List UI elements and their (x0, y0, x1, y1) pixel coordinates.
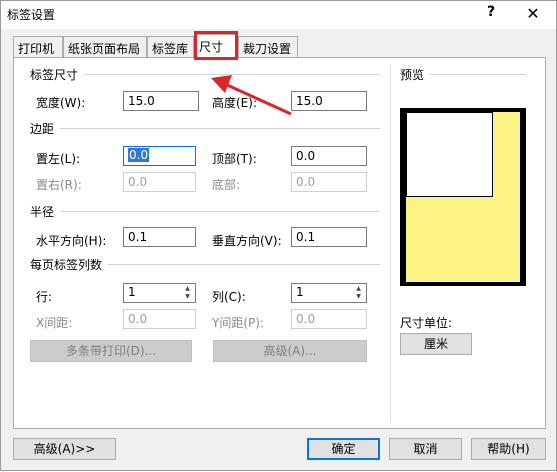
rows-decrement-icon[interactable]: ▼ (181, 293, 194, 301)
tab-printer[interactable]: 打印机 (13, 36, 63, 58)
radius-heading: 半径 (30, 203, 61, 220)
tab-cutter-settings[interactable]: 裁刀设置 (238, 36, 298, 58)
multi-strip-print-button: 多条带打印(D)... (30, 340, 192, 362)
y-gap-input (291, 309, 367, 329)
label-settings-dialog: 标签设置 ? ✕ 打印机 纸张页面布局 标签库 尺寸 裁刀设置 标签尺寸 宽度(… (0, 0, 557, 471)
title-bar: 标签设置 ? ✕ (1, 1, 556, 29)
margins-heading: 边距 (30, 120, 61, 137)
margin-top-input[interactable] (291, 146, 367, 166)
horizontal-radius-label: 水平方向(H): (36, 234, 107, 248)
margins-divider (54, 128, 380, 129)
cols-label: 列(C): (212, 290, 246, 304)
rows-stepper[interactable]: 1 ▲ ▼ (123, 283, 196, 303)
cancel-button[interactable]: 取消 (389, 438, 462, 460)
margin-left-input[interactable]: 0.0 (123, 146, 196, 166)
rows-label: 行: (36, 290, 53, 304)
window-title: 标签设置 (7, 8, 56, 22)
cols-value: 1 (296, 285, 304, 299)
cols-increment-icon[interactable]: ▲ (352, 285, 365, 293)
vertical-divider (390, 64, 391, 422)
advanced-expand-button[interactable]: 高级(A)>> (13, 438, 116, 460)
margin-top-label: 顶部(T): (212, 152, 257, 166)
vertical-radius-input[interactable] (291, 227, 367, 247)
margin-left-value: 0.0 (128, 148, 150, 162)
preview-divider (426, 74, 526, 75)
label-size-divider (80, 74, 380, 75)
margin-left-label: 置左(L): (36, 152, 81, 166)
horizontal-radius-input[interactable] (123, 227, 196, 247)
preview-paper (406, 112, 520, 282)
height-label: 高度(E): (212, 96, 257, 110)
tab-size[interactable]: 尺寸 (194, 34, 238, 59)
label-size-heading: 标签尺寸 (30, 66, 85, 83)
ok-button[interactable]: 确定 (307, 438, 380, 460)
height-input[interactable] (291, 91, 367, 111)
advanced-inner-button: 高级(A)... (213, 340, 367, 362)
tab-page-layout[interactable]: 纸张页面布局 (63, 36, 147, 58)
rows-value: 1 (128, 285, 136, 299)
rows-increment-icon[interactable]: ▲ (181, 285, 194, 293)
margin-right-label: 置右(R): (36, 178, 82, 192)
size-tab-panel: 标签尺寸 宽度(W): 高度(E): 边距 置左(L): 0.0 顶部(T): … (13, 57, 546, 429)
margin-right-input (123, 172, 196, 192)
width-input[interactable] (123, 91, 199, 111)
radius-divider (54, 211, 380, 212)
margin-bottom-label: 底部: (212, 178, 241, 192)
tab-label-library[interactable]: 标签库 (147, 36, 194, 58)
size-unit-label: 尺寸单位: (400, 316, 453, 330)
y-gap-label: Y间距(P): (212, 316, 264, 330)
preview-heading: 预览 (400, 66, 431, 83)
cols-stepper[interactable]: 1 ▲ ▼ (291, 283, 367, 303)
x-gap-label: X间距: (36, 316, 73, 330)
cols-decrement-icon[interactable]: ▼ (352, 293, 365, 301)
help-icon[interactable]: ? (479, 4, 503, 24)
x-gap-input (123, 309, 196, 329)
help-button[interactable]: 帮助(H) (471, 438, 546, 460)
vertical-radius-label: 垂直方向(V): (212, 234, 282, 248)
preview-label-area (406, 112, 493, 197)
columns-heading: 每页标签列数 (30, 256, 109, 273)
width-label: 宽度(W): (36, 96, 86, 110)
label-preview (400, 108, 526, 286)
columns-divider (108, 264, 380, 265)
margin-bottom-input (291, 172, 367, 192)
size-unit-button[interactable]: 厘米 (400, 333, 472, 355)
close-icon[interactable]: ✕ (521, 4, 545, 24)
